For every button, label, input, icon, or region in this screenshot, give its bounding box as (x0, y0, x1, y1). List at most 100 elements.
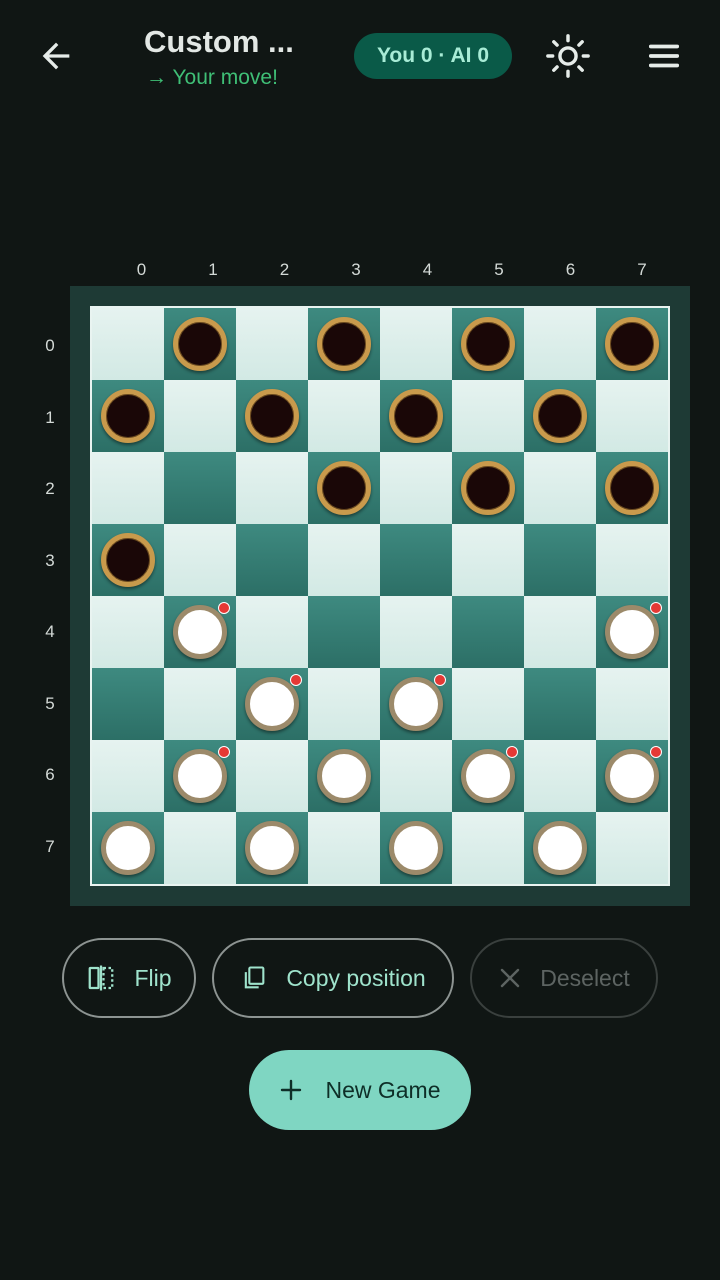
board-square[interactable] (308, 380, 380, 452)
board-square[interactable] (524, 740, 596, 812)
board-square[interactable] (308, 308, 380, 380)
white-piece[interactable] (533, 821, 587, 875)
board-square[interactable] (524, 380, 596, 452)
board-square[interactable] (596, 452, 668, 524)
board-square[interactable] (524, 524, 596, 596)
board-square[interactable] (164, 308, 236, 380)
board-square[interactable] (524, 308, 596, 380)
board-square[interactable] (524, 596, 596, 668)
black-piece[interactable] (245, 389, 299, 443)
board-square[interactable] (380, 308, 452, 380)
copy-position-button[interactable]: Copy position (212, 938, 454, 1018)
board-square[interactable] (236, 740, 308, 812)
board-square[interactable] (92, 524, 164, 596)
board-square[interactable] (380, 596, 452, 668)
board-square[interactable] (308, 812, 380, 884)
board-square[interactable] (308, 452, 380, 524)
checkers-board[interactable] (90, 306, 670, 886)
board-square[interactable] (452, 524, 524, 596)
board-square[interactable] (308, 596, 380, 668)
board-square[interactable] (308, 740, 380, 812)
board-square[interactable] (164, 524, 236, 596)
black-piece[interactable] (317, 317, 371, 371)
white-piece[interactable] (245, 821, 299, 875)
board-square[interactable] (92, 380, 164, 452)
board-square[interactable] (164, 380, 236, 452)
board-square[interactable] (380, 740, 452, 812)
board-square[interactable] (380, 668, 452, 740)
board-square[interactable] (596, 740, 668, 812)
white-piece[interactable] (605, 605, 659, 659)
white-piece[interactable] (317, 749, 371, 803)
black-piece[interactable] (533, 389, 587, 443)
white-piece[interactable] (389, 677, 443, 731)
back-button[interactable] (28, 30, 84, 82)
board-square[interactable] (596, 812, 668, 884)
black-piece[interactable] (605, 317, 659, 371)
board-square[interactable] (236, 524, 308, 596)
black-piece[interactable] (173, 317, 227, 371)
board-square[interactable] (596, 308, 668, 380)
menu-button[interactable] (638, 30, 690, 82)
white-piece[interactable] (101, 821, 155, 875)
board-square[interactable] (380, 812, 452, 884)
board-square[interactable] (236, 596, 308, 668)
movable-indicator (218, 602, 230, 614)
board-square[interactable] (596, 380, 668, 452)
board-square[interactable] (596, 668, 668, 740)
board-square[interactable] (92, 740, 164, 812)
board-square[interactable] (236, 308, 308, 380)
board-square[interactable] (92, 308, 164, 380)
white-piece[interactable] (245, 677, 299, 731)
board-square[interactable] (164, 452, 236, 524)
board-square[interactable] (452, 668, 524, 740)
board-square[interactable] (236, 380, 308, 452)
black-piece[interactable] (605, 461, 659, 515)
board-square[interactable] (596, 596, 668, 668)
white-piece[interactable] (605, 749, 659, 803)
board-square[interactable] (380, 452, 452, 524)
board-square[interactable] (452, 812, 524, 884)
row-label: 5 (45, 693, 55, 713)
board-square[interactable] (164, 812, 236, 884)
board-square[interactable] (92, 596, 164, 668)
white-piece[interactable] (173, 605, 227, 659)
black-piece[interactable] (317, 461, 371, 515)
board-square[interactable] (524, 812, 596, 884)
board-square[interactable] (452, 596, 524, 668)
row-label: 4 (45, 622, 55, 641)
black-piece[interactable] (101, 389, 155, 443)
board-square[interactable] (164, 668, 236, 740)
board-square[interactable] (380, 380, 452, 452)
board-square[interactable] (452, 740, 524, 812)
board-square[interactable] (92, 812, 164, 884)
board-square[interactable] (596, 524, 668, 596)
new-game-button[interactable]: New Game (249, 1050, 471, 1130)
board-square[interactable] (524, 668, 596, 740)
white-piece[interactable] (173, 749, 227, 803)
board-square[interactable] (452, 308, 524, 380)
board-square[interactable] (236, 812, 308, 884)
board-square[interactable] (308, 668, 380, 740)
board-square[interactable] (452, 452, 524, 524)
board-square[interactable] (524, 452, 596, 524)
flip-button[interactable]: Flip (62, 938, 196, 1018)
black-piece[interactable] (389, 389, 443, 443)
score-badge: You 0 · AI 0 (354, 33, 512, 79)
board-square[interactable] (92, 668, 164, 740)
black-piece[interactable] (461, 317, 515, 371)
board-square[interactable] (452, 380, 524, 452)
board-square[interactable] (164, 596, 236, 668)
white-piece[interactable] (389, 821, 443, 875)
theme-toggle-button[interactable] (542, 30, 594, 82)
board-square[interactable] (380, 524, 452, 596)
board-square[interactable] (92, 452, 164, 524)
board-square[interactable] (308, 524, 380, 596)
white-piece[interactable] (461, 749, 515, 803)
black-piece[interactable] (461, 461, 515, 515)
board-square[interactable] (236, 668, 308, 740)
deselect-button[interactable]: Deselect (470, 938, 658, 1018)
black-piece[interactable] (101, 533, 155, 587)
board-square[interactable] (236, 452, 308, 524)
board-square[interactable] (164, 740, 236, 812)
